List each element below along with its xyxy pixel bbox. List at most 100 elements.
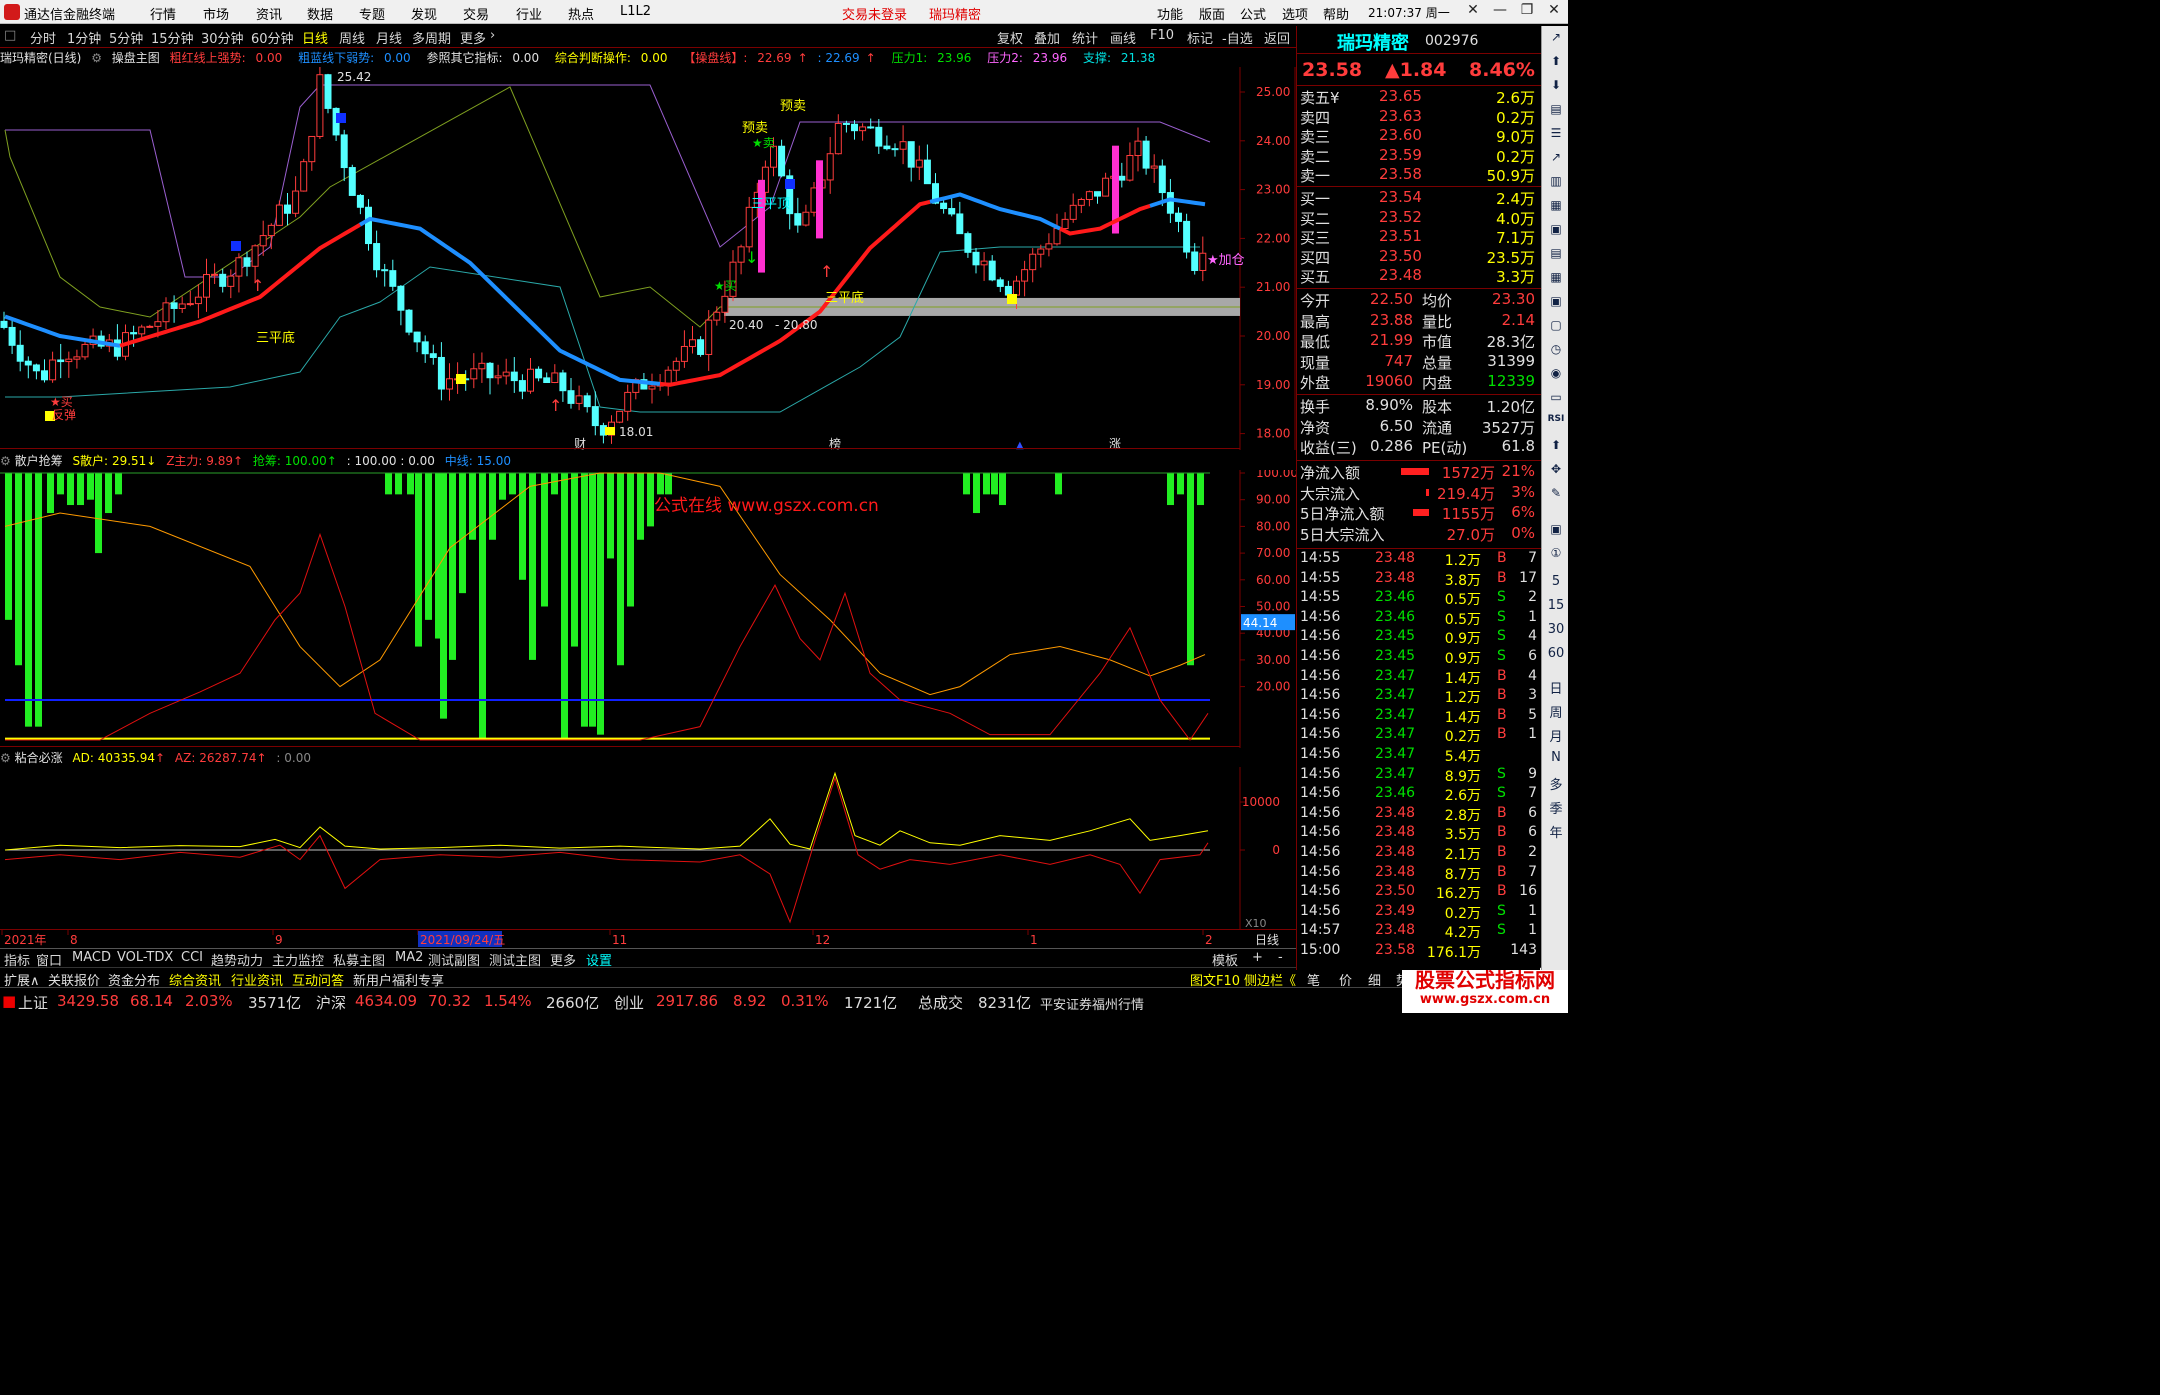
sidebar-day[interactable]: 日 [1546, 678, 1566, 697]
sub2-name[interactable]: 粘合必涨 [15, 751, 63, 765]
menu-redian[interactable]: 热点 [568, 4, 594, 23]
sidebar-30[interactable]: 30 [1546, 622, 1566, 637]
action-biaoji[interactable]: 标记 [1187, 28, 1213, 47]
candle-body [778, 145, 786, 177]
menu-zixun[interactable]: 资讯 [256, 4, 282, 23]
sidebar-fs-icon[interactable]: ▣ [1546, 522, 1566, 540]
action-diejia[interactable]: 叠加 [1034, 28, 1060, 47]
sidebar-chart-icon[interactable]: ↗ [1546, 150, 1566, 168]
period-1min[interactable]: 1分钟 [67, 28, 101, 47]
add-button[interactable]: + [1252, 950, 1263, 965]
sub1-indicator-chart[interactable]: 100.0090.0080.0070.0060.0050.0040.0030.0… [0, 470, 1296, 748]
sidebar-money-icon[interactable]: ▭ [1546, 390, 1566, 408]
candle-body [300, 161, 308, 192]
action-fuquan[interactable]: 复权 [997, 28, 1023, 47]
sidebar-5[interactable]: 5 [1546, 574, 1566, 589]
menu-shichang[interactable]: 市场 [203, 4, 229, 23]
period-15min[interactable]: 15分钟 [151, 28, 194, 47]
period-week[interactable]: 周线 [339, 28, 365, 47]
candle-body [316, 74, 324, 137]
sidebar-f10-icon[interactable]: ▣ [1546, 222, 1566, 240]
sidebar-pen-icon[interactable]: ✎ [1546, 486, 1566, 504]
sidebar-up-arrow-icon[interactable]: ⬆ [1546, 438, 1566, 456]
tab-cci[interactable]: CCI [181, 950, 203, 965]
menu-bangzhu[interactable]: 帮助 [1323, 4, 1349, 23]
menu-xuanxiang[interactable]: 选项 [1282, 4, 1308, 23]
close-icon[interactable]: ✕ [1543, 2, 1565, 22]
menu-hangqing[interactable]: 行情 [150, 4, 176, 23]
login-stock[interactable]: 瑞玛精密 [929, 4, 981, 23]
menu-banmian[interactable]: 版面 [1199, 4, 1225, 23]
action-huaxian[interactable]: 画线 [1110, 28, 1136, 47]
sidebar-eye-icon[interactable]: ◉ [1546, 366, 1566, 384]
menu-l1l2[interactable]: L1L2 [620, 4, 651, 19]
sidebar-week[interactable]: 周 [1546, 702, 1566, 721]
menu-gongneng[interactable]: 功能 [1157, 4, 1183, 23]
tick-list[interactable]: 14:55 23.48 1.2万 B 7 14:55 23.48 3.8万 B 17 14:55 23… [1297, 548, 1541, 968]
action-tongji[interactable]: 统计 [1072, 28, 1098, 47]
sidebar-fin-icon[interactable]: ▣ [1546, 294, 1566, 312]
remove-button[interactable]: - [1278, 950, 1283, 965]
sidebar-page-icon[interactable]: ▤ [1546, 102, 1566, 120]
sidebar-down-icon[interactable]: ⬇ [1546, 78, 1566, 96]
main-kline-chart[interactable]: 25.00 24.00 23.00 22.00 21.00 20.00 19.00 18.00… [0, 67, 1296, 450]
sidebar-table-icon[interactable]: ▦ [1546, 270, 1566, 288]
tab-vol[interactable]: VOL-TDX [117, 950, 173, 965]
chevron-right-icon[interactable]: › [490, 28, 495, 43]
period-month[interactable]: 月线 [376, 28, 402, 47]
sidebar-15[interactable]: 15 [1546, 598, 1566, 613]
action-zixuan[interactable]: -自选 [1222, 28, 1253, 47]
sh-label[interactable]: 上证 [18, 992, 48, 1013]
menu-zhuanti[interactable]: 专题 [359, 4, 385, 23]
menu-jiaoyi[interactable]: 交易 [463, 4, 489, 23]
sidebar-60[interactable]: 60 [1546, 646, 1566, 661]
sub2-settings-icon[interactable]: ⚙ [0, 751, 11, 765]
sidebar-rsi-icon[interactable]: RSI [1546, 414, 1566, 432]
sub2-indicator-chart[interactable]: 10000 0 X10 [0, 767, 1296, 930]
sub1-name[interactable]: 散户抢筹 [15, 454, 63, 468]
period-30min[interactable]: 30分钟 [201, 28, 244, 47]
press1-label: 压力1: [891, 51, 928, 65]
bar-qiangchou [95, 473, 102, 554]
tab-macd[interactable]: MACD [72, 950, 111, 965]
sidebar-up-icon[interactable]: ⬆ [1546, 54, 1566, 72]
action-f10[interactable]: F10 [1150, 28, 1174, 43]
sidebar-doc-icon[interactable]: ▤ [1546, 246, 1566, 264]
menu-faxian[interactable]: 发现 [411, 4, 437, 23]
period-fenshi[interactable]: 分时 [30, 28, 56, 47]
period-more[interactable]: 更多 [460, 28, 486, 47]
period-multi[interactable]: 多周期 [412, 28, 451, 47]
sidebar-arrow-icon[interactable]: ↗ [1546, 30, 1566, 48]
restore-icon[interactable]: ❐ [1516, 2, 1538, 22]
sidebar-season[interactable]: 季 [1546, 798, 1566, 817]
action-fanhui[interactable]: 返回 [1264, 28, 1290, 47]
login-status[interactable]: 交易未登录 [842, 4, 907, 23]
bar-qiangchou [589, 473, 596, 727]
gear-icon[interactable]: ⚙ [91, 51, 102, 65]
sidebar-one-icon[interactable]: ① [1546, 546, 1566, 564]
period-day[interactable]: 日线 [302, 28, 328, 47]
formula-name[interactable]: 操盘主图 [112, 51, 160, 65]
sidebar-grid-icon[interactable]: ▦ [1546, 198, 1566, 216]
tab-ma2[interactable]: MA2 [395, 950, 423, 965]
period-5min[interactable]: 5分钟 [109, 28, 143, 47]
period-60min[interactable]: 60分钟 [251, 28, 294, 47]
collapse-icon[interactable]: □ [4, 28, 16, 43]
cy-label[interactable]: 创业 [614, 992, 644, 1013]
sidebar-year[interactable]: 年 [1546, 822, 1566, 841]
sidebar-multi[interactable]: 多 [1546, 774, 1566, 793]
menu-gongshi[interactable]: 公式 [1240, 4, 1266, 23]
sidebar-month[interactable]: 月 [1546, 726, 1566, 745]
minimize-icon[interactable]: — [1489, 2, 1511, 22]
sidebar-bar-icon[interactable]: ▥ [1546, 174, 1566, 192]
sz-label[interactable]: 沪深 [316, 992, 346, 1013]
close-small-icon[interactable]: ✕ [1462, 2, 1484, 22]
sidebar-move-icon[interactable]: ✥ [1546, 462, 1566, 480]
menu-hangye[interactable]: 行业 [516, 4, 542, 23]
sidebar-n[interactable]: N [1546, 750, 1566, 765]
sidebar-clock-icon[interactable]: ◷ [1546, 342, 1566, 360]
menu-shuju[interactable]: 数据 [307, 4, 333, 23]
sidebar-window-icon[interactable]: ▢ [1546, 318, 1566, 336]
sub1-settings-icon[interactable]: ⚙ [0, 454, 11, 468]
sidebar-list-icon[interactable]: ☰ [1546, 126, 1566, 144]
